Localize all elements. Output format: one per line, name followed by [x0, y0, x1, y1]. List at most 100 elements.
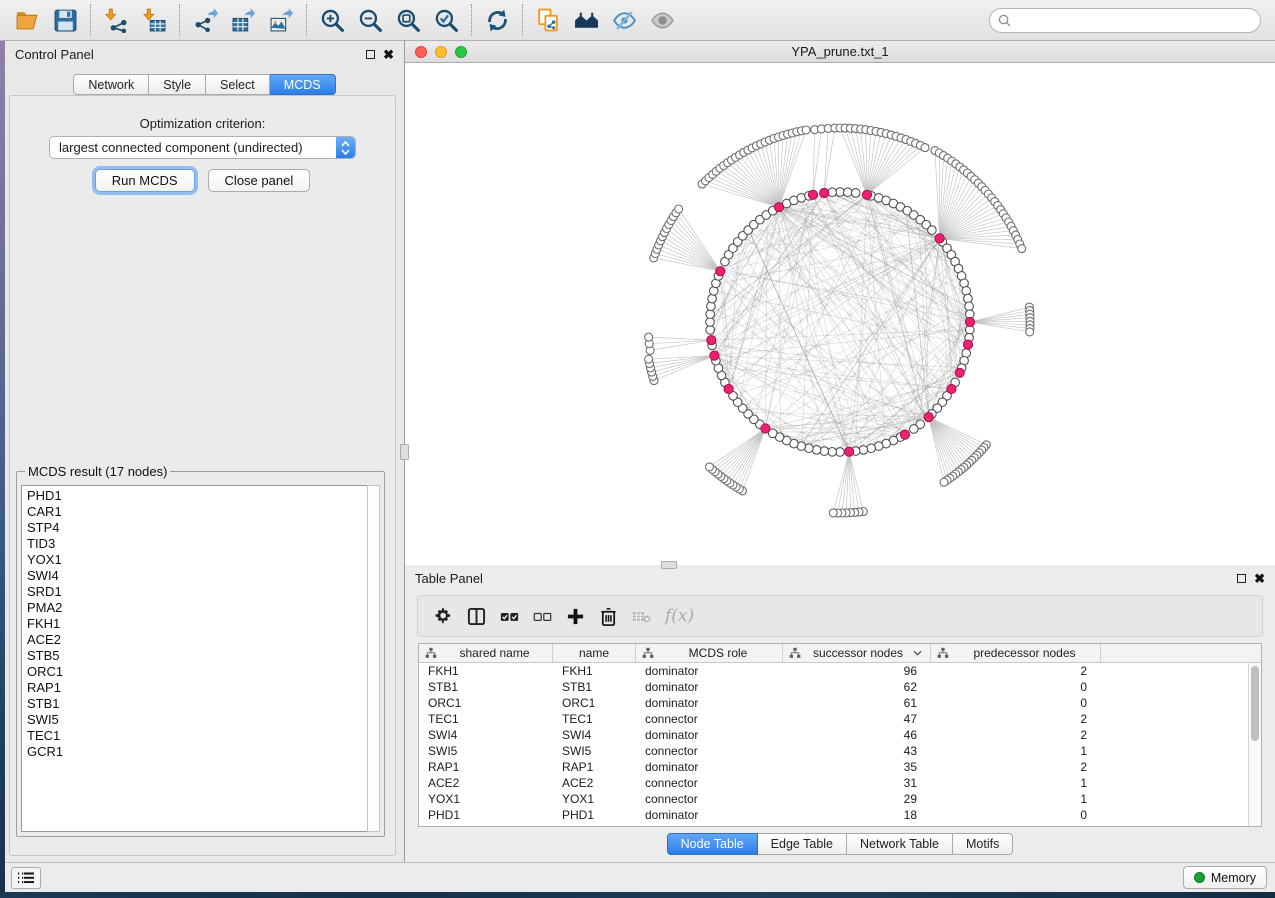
open-file-button[interactable] [8, 3, 46, 37]
network-node[interactable] [812, 446, 821, 455]
show-columns-button[interactable] [463, 603, 489, 629]
function-builder-button[interactable]: f(x) [665, 606, 694, 626]
task-history-button[interactable] [11, 867, 41, 889]
tab-style[interactable]: Style [149, 74, 206, 95]
zoom-selected-button[interactable] [427, 3, 465, 37]
mcds-dominator-node[interactable] [820, 188, 829, 197]
network-node[interactable] [910, 425, 919, 434]
column-header-successor-nodes[interactable]: successor nodes [783, 644, 931, 662]
mcds-result-item[interactable]: GCR1 [27, 744, 367, 760]
table-mode-button[interactable] [430, 603, 456, 629]
mcds-dominator-node[interactable] [955, 368, 964, 377]
mcds-result-item[interactable]: SWI4 [27, 568, 367, 584]
network-node[interactable] [706, 310, 715, 319]
mcds-dominator-node[interactable] [900, 430, 909, 439]
mcds-dominator-node[interactable] [924, 413, 933, 422]
mcds-result-item[interactable]: CAR1 [27, 504, 367, 520]
float-panel-icon[interactable] [1237, 574, 1246, 583]
mcds-dominator-node[interactable] [963, 340, 972, 349]
mcds-dominator-node[interactable] [774, 203, 783, 212]
float-panel-icon[interactable] [366, 50, 375, 59]
mcds-dominator-node[interactable] [724, 384, 733, 393]
network-node[interactable] [851, 189, 860, 198]
network-node[interactable] [708, 294, 717, 303]
network-leaf-node[interactable] [1018, 245, 1026, 253]
close-panel-icon[interactable]: ✖ [383, 48, 394, 61]
mcds-list-scrollbar[interactable] [367, 485, 380, 832]
mcds-result-item[interactable]: SRD1 [27, 584, 367, 600]
network-node[interactable] [867, 444, 876, 453]
mcds-dominator-node[interactable] [710, 351, 719, 360]
mcds-result-item[interactable]: RAP1 [27, 680, 367, 696]
network-leaf-node[interactable] [1026, 328, 1034, 336]
show-all-button[interactable] [643, 3, 681, 37]
table-row[interactable]: PHD1PHD1dominator180 [419, 807, 1261, 823]
vertical-splitter-handle[interactable] [400, 444, 409, 460]
network-node[interactable] [844, 188, 853, 197]
mcds-dominator-node[interactable] [935, 234, 944, 243]
mcds-result-item[interactable]: PHD1 [27, 488, 367, 504]
table-row[interactable]: SWI5SWI5connector431 [419, 743, 1261, 759]
table-row[interactable]: RAP1RAP1dominator352 [419, 759, 1261, 775]
delete-columns-button[interactable] [595, 603, 621, 629]
tab-motifs[interactable]: Motifs [953, 833, 1013, 855]
close-panel-button[interactable]: Close panel [208, 169, 311, 192]
column-header-shared-name[interactable]: shared name [419, 644, 553, 662]
export-network-button[interactable] [186, 3, 224, 37]
import-table-button[interactable] [135, 3, 173, 37]
duplicate-network-button[interactable] [529, 3, 567, 37]
table-row[interactable]: SWI4SWI4dominator462 [419, 727, 1261, 743]
network-node[interactable] [928, 226, 937, 235]
table-row[interactable]: ORC1ORC1dominator610 [419, 695, 1261, 711]
mcds-dominator-node[interactable] [965, 317, 974, 326]
scrollbar-thumb[interactable] [1251, 666, 1259, 741]
tab-network-table[interactable]: Network Table [847, 833, 953, 855]
tab-node-table[interactable]: Node Table [667, 833, 758, 855]
import-network-button[interactable] [97, 3, 135, 37]
mcds-result-item[interactable]: SWI5 [27, 712, 367, 728]
first-neighbors-button[interactable] [567, 3, 605, 37]
mcds-dominator-node[interactable] [845, 447, 854, 456]
table-row[interactable]: ACE2ACE2connector311 [419, 775, 1261, 791]
run-mcds-button[interactable]: Run MCDS [95, 169, 195, 192]
mcds-dominator-node[interactable] [716, 267, 725, 276]
network-leaf-node[interactable] [940, 478, 948, 486]
tab-edge-table[interactable]: Edge Table [758, 833, 847, 855]
mcds-result-item[interactable]: STB1 [27, 696, 367, 712]
column-header-predecessor-nodes[interactable]: predecessor nodes [931, 644, 1101, 662]
close-panel-icon[interactable]: ✖ [1254, 572, 1265, 585]
network-window-titlebar[interactable]: YPA_prune.txt_1 [405, 41, 1275, 63]
export-image-button[interactable] [262, 3, 300, 37]
column-header-MCDS-role[interactable]: MCDS role [636, 644, 783, 662]
deselect-all-button[interactable] [529, 603, 555, 629]
memory-button[interactable]: Memory [1183, 866, 1267, 889]
network-leaf-node[interactable] [675, 205, 683, 213]
hide-selected-button[interactable] [605, 3, 643, 37]
network-node[interactable] [962, 287, 971, 296]
mcds-result-item[interactable]: STB5 [27, 648, 367, 664]
create-column-button[interactable] [562, 603, 588, 629]
network-leaf-node[interactable] [645, 333, 653, 341]
mcds-result-item[interactable]: PMA2 [27, 600, 367, 616]
refresh-view-button[interactable] [478, 3, 516, 37]
zoom-out-button[interactable] [351, 3, 389, 37]
mcds-result-item[interactable]: STP4 [27, 520, 367, 536]
mcds-result-item[interactable]: TEC1 [27, 728, 367, 744]
export-table-button[interactable] [224, 3, 262, 37]
zoom-fit-button[interactable] [389, 3, 427, 37]
mcds-result-list[interactable]: PHD1CAR1STP4TID3YOX1SWI4SRD1PMA2FKH1ACE2… [21, 485, 367, 832]
table-row[interactable]: STB1STB1dominator620 [419, 679, 1261, 695]
table-row[interactable]: YOX1YOX1connector291 [419, 791, 1261, 807]
mcds-dominator-node[interactable] [862, 190, 871, 199]
network-canvas[interactable] [405, 63, 1275, 565]
network-node[interactable] [828, 448, 837, 457]
network-leaf-node[interactable] [645, 355, 653, 363]
network-leaf-node[interactable] [706, 463, 714, 471]
save-session-button[interactable] [46, 3, 84, 37]
criterion-dropdown[interactable]: largest connected component (undirected) [49, 136, 356, 159]
mcds-result-item[interactable]: ACE2 [27, 632, 367, 648]
network-leaf-node[interactable] [921, 144, 929, 152]
search-input[interactable] [1016, 13, 1252, 27]
table-row[interactable]: FKH1FKH1dominator962 [419, 663, 1261, 679]
network-node[interactable] [965, 302, 974, 311]
